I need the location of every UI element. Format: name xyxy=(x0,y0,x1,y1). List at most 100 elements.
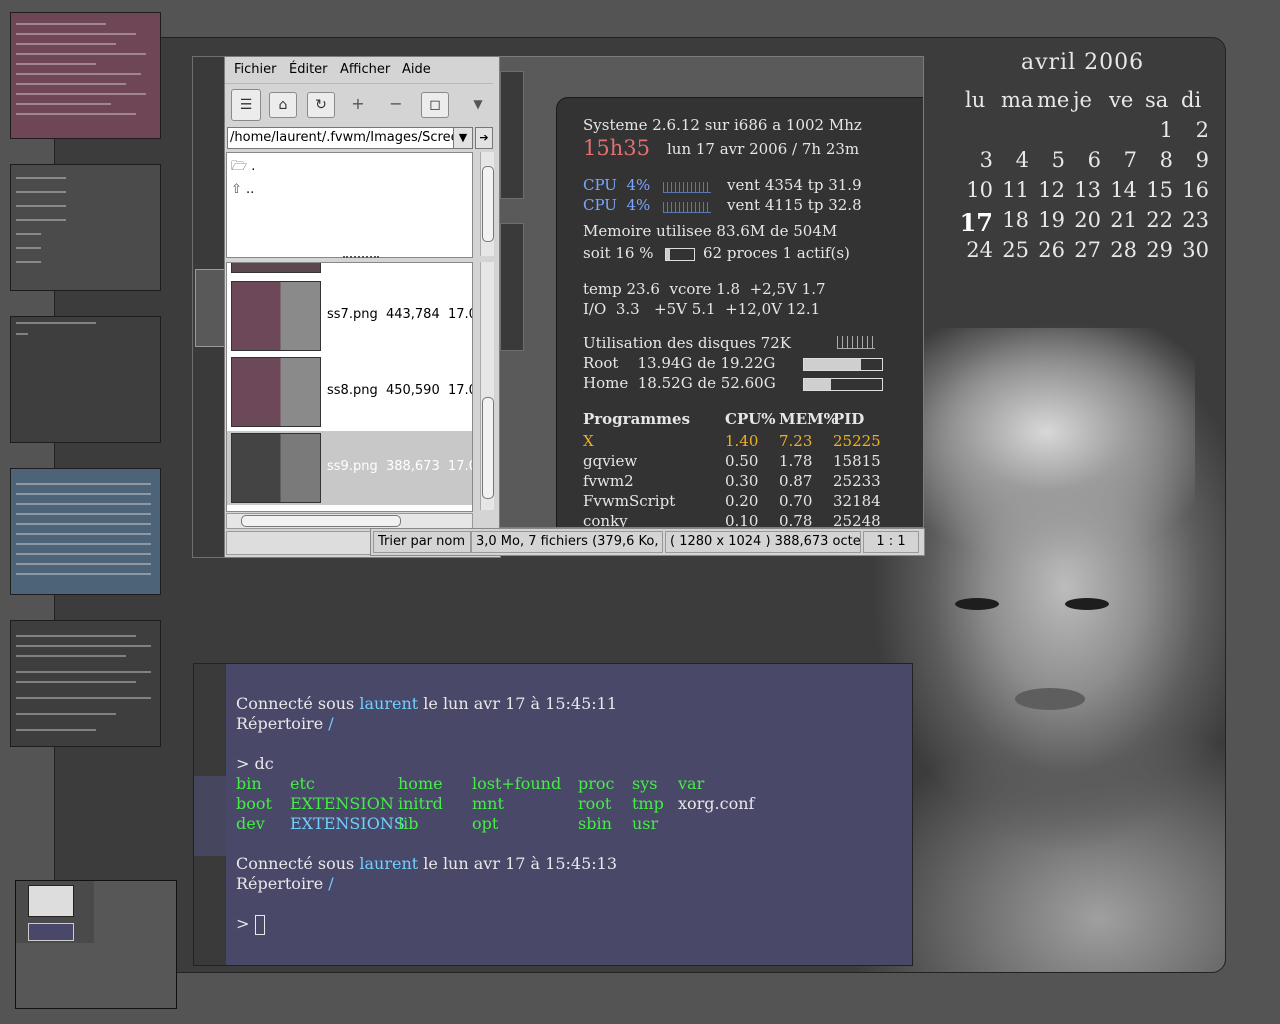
file-date: 17.0 xyxy=(448,307,472,322)
menu-editer[interactable]: Éditer xyxy=(289,62,328,77)
hscroll-thumb[interactable] xyxy=(241,515,401,527)
process-pid: 15815 xyxy=(833,452,881,470)
file-thumbnail xyxy=(231,263,321,273)
disk-home-bar-fill xyxy=(804,379,832,390)
process-mem: 0.70 xyxy=(779,492,813,510)
file-date: 17.0 xyxy=(448,383,472,398)
list-item[interactable]: ss8.png 450,590 17.0 xyxy=(227,355,472,429)
repertoire-line-2: Répertoire / xyxy=(236,874,334,893)
file-date: 17.0 xyxy=(448,459,472,474)
calendar-weekday-header: je xyxy=(1073,88,1092,112)
status-dimensions: ( 1280 x 1024 ) 388,673 octets xyxy=(665,531,861,553)
refresh-icon[interactable]: ↻ xyxy=(307,92,335,118)
command-line: > dc xyxy=(236,754,274,773)
disk-usage-line: Utilisation des disques 72K xyxy=(583,334,791,352)
file-scrollbar[interactable] xyxy=(480,262,494,510)
file-scroll-thumb[interactable] xyxy=(482,397,494,499)
path-input[interactable]: /home/laurent/.fvwm/Images/Scree xyxy=(227,127,455,149)
listing-entry: root xyxy=(578,794,612,813)
home-icon[interactable]: ⌂ xyxy=(269,92,297,118)
pager-desk-3[interactable] xyxy=(10,316,161,443)
calendar-day: 19 xyxy=(1038,208,1065,232)
fit-icon[interactable]: ◻ xyxy=(421,92,449,118)
path-dropdown-icon[interactable]: ▼ xyxy=(453,127,473,149)
system-line: Systeme 2.6.12 sur i686 a 1002 Mhz xyxy=(583,116,862,134)
menu-fichier[interactable]: Fichier xyxy=(234,62,277,77)
disk-root-bar xyxy=(803,358,883,371)
cpu-fan-1: vent 4354 tp 31.9 xyxy=(727,176,862,194)
memory-bar xyxy=(665,248,695,261)
directory-list: 🗁 . ⇧ .. xyxy=(226,152,473,258)
calendar-weekday-header: me xyxy=(1037,88,1070,112)
pager-desk-2[interactable] xyxy=(10,164,161,291)
terminal-cursor xyxy=(254,914,265,935)
pager-desk-4[interactable] xyxy=(10,468,161,595)
sort-button[interactable]: Trier par nom xyxy=(373,531,471,553)
process-name: FvwmScript xyxy=(583,492,676,510)
listing-entry: etc xyxy=(290,774,315,793)
menu-aide[interactable]: Aide xyxy=(402,62,431,77)
process-cpu: 0.10 xyxy=(725,512,759,528)
listing-entry: xorg.conf xyxy=(678,794,755,813)
file-info: ss8.png 450,590 17.0 xyxy=(327,383,472,398)
image-viewer[interactable]: Systeme 2.6.12 sur i686 a 1002 Mhz 15h35… xyxy=(499,56,924,528)
prompt-line[interactable]: > xyxy=(236,914,265,935)
terminal-side-preview xyxy=(194,776,226,856)
menu-afficher[interactable]: Afficher xyxy=(340,62,390,77)
folder-open-icon: 🗁 xyxy=(231,159,248,174)
process-cpu: 0.20 xyxy=(725,492,759,510)
calendar-day: 18 xyxy=(1002,208,1029,232)
list-item[interactable] xyxy=(227,263,472,275)
cpu-row-2: CPU 4% xyxy=(583,196,651,214)
process-mem: 0.78 xyxy=(779,512,813,528)
dropdown-icon[interactable]: ▼ xyxy=(465,92,491,116)
list-item-selected[interactable]: ss9.png 388,673 17.0 xyxy=(227,431,472,505)
path-go-icon[interactable]: ➔ xyxy=(475,127,493,149)
dir-item-parent[interactable]: ⇧ .. xyxy=(231,182,254,197)
process-pid: 25233 xyxy=(833,472,881,490)
mini-pager[interactable] xyxy=(15,880,177,1009)
calendar-day: 5 xyxy=(1051,148,1065,172)
disk-graph xyxy=(837,336,875,349)
background-window[interactable] xyxy=(192,56,226,558)
menu-bar: Fichier Éditer Afficher Aide xyxy=(225,57,493,84)
listing-entry: dev xyxy=(236,814,265,833)
up-arrow-icon: ⇧ xyxy=(231,182,242,197)
calendar-day: 21 xyxy=(1110,208,1137,232)
listing-entry: opt xyxy=(472,814,499,833)
dir-scrollbar[interactable] xyxy=(480,152,494,256)
terminal-window[interactable]: Connecté sous laurent le lun avr 17 à 15… xyxy=(193,663,913,966)
file-thumbnail xyxy=(231,357,321,427)
dir-scroll-thumb[interactable] xyxy=(482,166,494,242)
listing-entry: boot xyxy=(236,794,272,813)
mini-window xyxy=(28,923,74,941)
calendar-day: 6 xyxy=(1087,148,1101,172)
zoom-out-icon[interactable]: − xyxy=(383,92,409,116)
calendar-today: 17 xyxy=(959,208,993,237)
file-hscrollbar[interactable] xyxy=(226,513,473,529)
cpu-fan-2: vent 4115 tp 32.8 xyxy=(727,196,862,214)
conky-panel: Systeme 2.6.12 sur i686 a 1002 Mhz 15h35… xyxy=(556,97,923,528)
calendar-day: 16 xyxy=(1182,178,1209,202)
list-item[interactable]: ss7.png 443,784 17.0 xyxy=(227,279,472,353)
process-mem: 7.23 xyxy=(779,432,813,450)
gqview-window[interactable]: Fichier Éditer Afficher Aide ☰ ⌂ ↻ + − ◻… xyxy=(224,56,501,558)
pager-desk-1[interactable] xyxy=(10,12,161,139)
calendar-day: 25 xyxy=(1002,238,1029,262)
calendar-weekday-header: di xyxy=(1181,88,1202,112)
login-line-2: Connecté sous laurent le lun avr 17 à 15… xyxy=(236,854,617,873)
mini-window xyxy=(28,885,74,917)
dir-item-current[interactable]: 🗁 . xyxy=(231,157,255,179)
file-thumbnail xyxy=(231,281,321,351)
process-pid: 25248 xyxy=(833,512,881,528)
disk-root-line: Root 13.94G de 19.22G xyxy=(583,354,776,372)
file-name: ss7.png xyxy=(327,307,378,322)
zoom-in-icon[interactable]: + xyxy=(345,92,371,116)
mini-pager-current-desk[interactable] xyxy=(16,881,94,943)
pager-desk-5[interactable] xyxy=(10,620,161,747)
calendar-day: 29 xyxy=(1146,238,1173,262)
calendar-day: 23 xyxy=(1182,208,1209,232)
calendar-day: 3 xyxy=(979,148,993,172)
io-line: I/O 3.3 +5V 5.1 +12,0V 12.1 xyxy=(583,300,821,318)
thumbnails-icon[interactable]: ☰ xyxy=(231,89,261,121)
